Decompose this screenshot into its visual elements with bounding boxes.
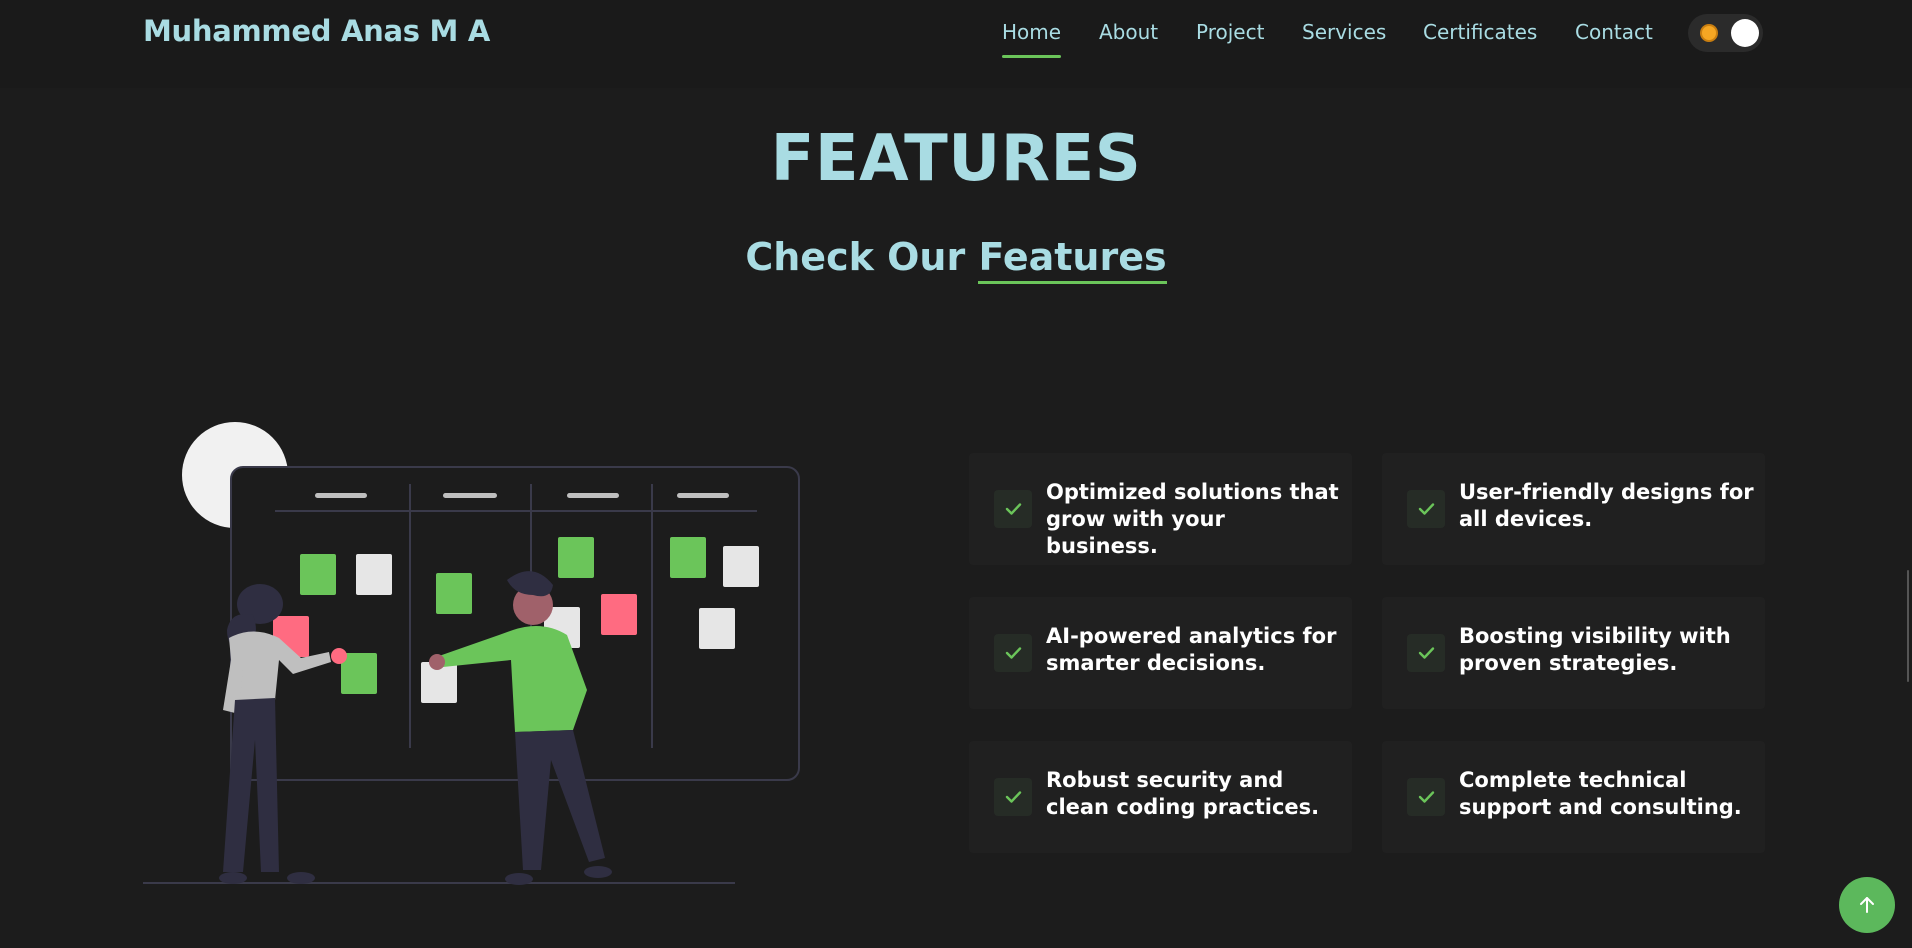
nav-services[interactable]: Services <box>1302 20 1386 44</box>
feature-text: Boosting visibility with proven strategi… <box>1459 624 1731 675</box>
section-subtitle: Check Our Features <box>0 235 1912 284</box>
check-icon <box>1418 791 1435 803</box>
subtitle-highlight: Features <box>978 235 1167 284</box>
scroll-to-top-button[interactable] <box>1839 877 1895 933</box>
nav-project[interactable]: Project <box>1196 20 1264 44</box>
nav-contact[interactable]: Contact <box>1575 20 1653 44</box>
kanban-illustration <box>143 422 800 885</box>
feature-card: User-friendly designs for all devices. <box>1382 453 1765 565</box>
check-badge <box>1407 490 1445 528</box>
page-scrollbar[interactable] <box>1907 570 1909 682</box>
feature-text: Optimized solutions that grow with your … <box>1046 480 1339 558</box>
feature-card: Boosting visibility with proven strategi… <box>1382 597 1765 709</box>
feature-card: Robust security and clean coding practic… <box>969 741 1352 853</box>
toggle-knob <box>1731 19 1759 47</box>
feature-card: AI-powered analytics for smarter decisio… <box>969 597 1352 709</box>
arrow-up-icon <box>1860 897 1874 913</box>
feature-text: Robust security and clean coding practic… <box>1046 768 1320 819</box>
feature-text: User-friendly designs for all devices. <box>1459 480 1754 531</box>
check-icon <box>1005 791 1022 803</box>
nav-certificates[interactable]: Certificates <box>1423 20 1537 44</box>
features-illustration <box>143 420 803 890</box>
feature-text: Complete technical support and consultin… <box>1459 768 1742 819</box>
sun-icon <box>1702 26 1716 40</box>
navbar: Muhammed Anas M A Home About Project Ser… <box>0 0 1912 88</box>
check-icon <box>1005 647 1022 659</box>
check-badge <box>1407 778 1445 816</box>
check-icon <box>1418 647 1435 659</box>
check-icon <box>1418 503 1435 515</box>
brand-logo[interactable]: Muhammed Anas M A <box>143 14 490 48</box>
check-icon <box>1005 503 1022 515</box>
feature-card: Optimized solutions that grow with your … <box>969 453 1352 565</box>
check-badge <box>1407 634 1445 672</box>
theme-toggle[interactable] <box>1688 14 1763 52</box>
check-badge <box>994 490 1032 528</box>
nav-home[interactable]: Home <box>1002 20 1062 58</box>
nav-about[interactable]: About <box>1099 20 1158 44</box>
check-badge <box>994 778 1032 816</box>
section-title: FEATURES <box>770 122 1142 196</box>
feature-card: Complete technical support and consultin… <box>1382 741 1765 853</box>
check-badge <box>994 634 1032 672</box>
feature-text: AI-powered analytics for smarter decisio… <box>1046 624 1337 675</box>
subtitle-prefix: Check Our <box>745 235 979 279</box>
